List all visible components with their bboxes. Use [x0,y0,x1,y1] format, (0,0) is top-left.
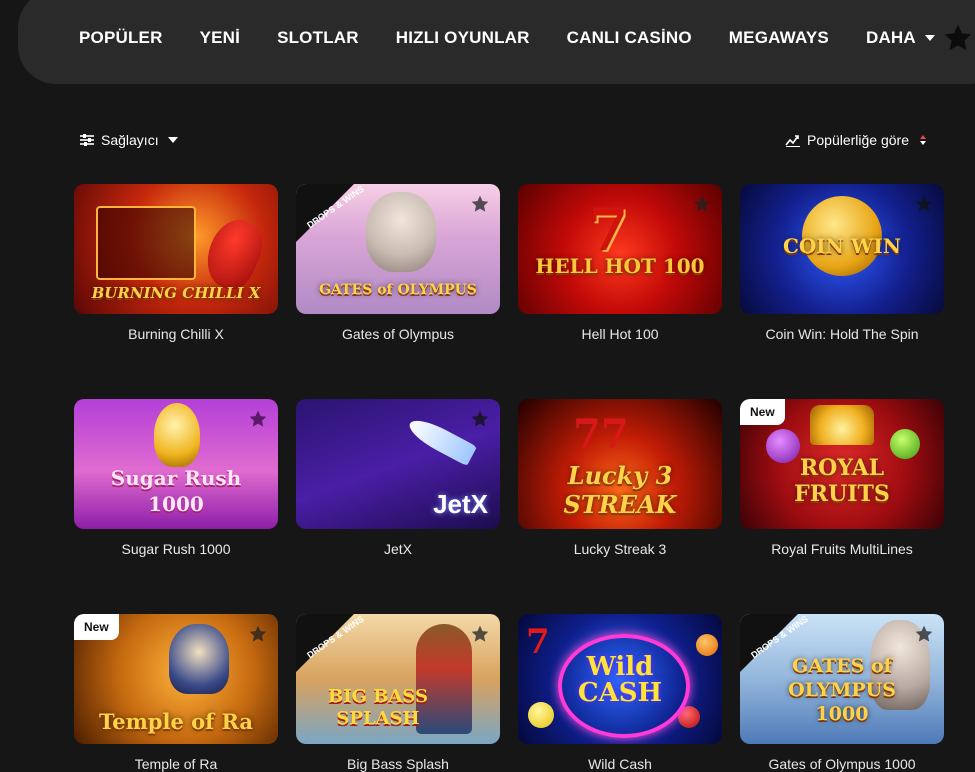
nav-item-daha-dropdown[interactable]: DAHA [866,28,935,48]
nav-item-label: MEGAWAYS [728,28,829,47]
game-logo-text: Sugar Rush 1000 [110,466,242,516]
game-thumbnail: 77 Lucky 3 STREAK [518,399,722,529]
game-card[interactable]: New Temple of Ra Temple of Ra [74,614,278,772]
game-title: Hell Hot 100 [581,326,659,342]
nav-item-populer[interactable]: POPÜLER [79,28,163,48]
favorite-star-icon[interactable] [248,409,268,429]
game-thumbnail: Sugar Rush 1000 [74,399,278,529]
game-card[interactable]: Sugar Rush 1000 Sugar Rush 1000 [74,399,278,557]
favorite-star-icon[interactable] [470,409,490,429]
nav-item-label: YENİ [199,28,241,47]
favorite-star-icon[interactable] [248,624,268,644]
sevens-graphic: 77 [573,411,629,458]
crown-graphic [810,405,874,445]
game-card[interactable]: DROPS & WINS GATES of OLYMPUS Gates of O… [296,184,500,342]
game-title: Big Bass Splash [347,756,449,772]
sort-arrows-icon [920,135,926,145]
game-logo-text: BURNING CHILLI X [91,284,261,302]
caret-down-icon [924,35,935,41]
provider-filter-button[interactable]: Sağlayıcı [80,132,178,148]
favorite-star-icon[interactable] [914,194,934,214]
game-title: Burning Chilli X [128,326,224,342]
game-card[interactable]: 77 Lucky 3 STREAK Lucky Streak 3 [518,399,722,557]
game-card[interactable]: BURNING CHILLI X Burning Chilli X [74,184,278,342]
nav-item-hizli-oyunlar[interactable]: HIZLI OYUNLAR [396,28,530,48]
game-logo-text: Wild CASH [577,652,663,708]
game-logo-text: ROYAL FRUITS [794,455,890,507]
top-navigation-bar: POPÜLER YENİ SLOTLAR HIZLI OYUNLAR CANLI… [18,0,975,84]
nav-item-yeni[interactable]: YENİ [200,28,240,48]
game-card[interactable]: JetX JetX [296,399,500,557]
game-logo-text: Lucky 3 STREAK [563,461,677,519]
game-title: Temple of Ra [134,756,218,772]
game-title: Wild Cash [588,756,652,772]
provider-filter-label: Sağlayıcı [101,132,159,148]
games-toolbar: Sağlayıcı Popülerliğe göre [0,128,975,156]
nav-item-label: HIZLI OYUNLAR [395,28,530,47]
game-card[interactable]: DROPS & WINS GATES of OLYMPUS 1000 Gates… [740,614,944,772]
game-card[interactable]: New ROYAL FRUITS Royal Fruits MultiLines [740,399,944,557]
new-badge: New [740,399,785,425]
game-logo-text: COIN WIN [782,234,902,258]
game-card[interactable]: COIN WIN Coin Win: Hold The Spin [740,184,944,342]
game-title: Lucky Streak 3 [573,541,667,557]
favorite-star-icon[interactable] [470,624,490,644]
nav-item-label: CANLI CASİNO [566,28,692,47]
game-logo-text: HELL HOT 100 [535,254,705,278]
sort-dropdown[interactable]: Popülerliğe göre [785,132,927,148]
game-title: Royal Fruits MultiLines [771,541,913,557]
games-grid: BURNING CHILLI X Burning Chilli X DROPS … [74,184,944,772]
game-title: Sugar Rush 1000 [121,541,231,557]
nav-item-label: POPÜLER [79,28,163,47]
game-card[interactable]: DROPS & WINS BIG BASS SPLASH Big Bass Sp… [296,614,500,772]
ra-head-graphic [169,624,229,694]
game-title: Gates of Olympus 1000 [768,756,916,772]
favorite-star-icon[interactable] [914,624,934,644]
reels-graphic [96,206,196,280]
game-thumbnail: 7 HELL HOT 100 [518,184,722,314]
game-title: JetX [383,541,412,557]
game-thumbnail: JetX [296,399,500,529]
game-title: Gates of Olympus [341,326,455,342]
candy-egg-graphic [154,403,200,467]
game-logo-text: GATES of OLYMPUS 1000 [788,655,896,725]
new-badge: New [74,614,119,640]
game-card[interactable]: 7 HELL HOT 100 Hell Hot 100 [518,184,722,342]
filter-sliders-icon [80,134,94,146]
game-logo-text: Temple of Ra [98,709,254,734]
favorite-star-icon[interactable] [470,194,490,214]
zeus-graphic [366,192,436,272]
nav-item-slotlar[interactable]: SLOTLAR [277,28,359,48]
orange-graphic [696,634,718,656]
nav-item-label: DAHA [865,28,916,47]
sort-label: Popülerliğe göre [807,132,909,148]
game-logo-text: BIG BASS SPLASH [327,686,429,729]
favorite-star-icon[interactable] [692,194,712,214]
game-title: Coin Win: Hold The Spin [765,326,919,342]
trending-chart-icon [785,135,801,147]
game-thumbnail: DROPS & WINS GATES of OLYMPUS [296,184,500,314]
nav-item-label: SLOTLAR [277,28,359,47]
game-thumbnail: New ROYAL FRUITS [740,399,944,529]
favorites-star-icon[interactable] [942,22,974,54]
game-thumbnail: BURNING CHILLI X [74,184,278,314]
nav-item-megaways[interactable]: MEGAWAYS [729,28,829,48]
nav-menu: POPÜLER YENİ SLOTLAR HIZLI OYUNLAR CANLI… [79,28,972,48]
nav-item-canli-casino[interactable]: CANLI CASİNO [567,28,692,48]
game-logo-text: GATES of OLYMPUS [319,282,477,298]
game-logo-text: JetX [433,489,488,519]
jet-graphic [404,413,478,467]
caret-down-icon [167,137,178,143]
game-thumbnail: COIN WIN [740,184,944,314]
game-card[interactable]: 7 Wild CASH Wild Cash [518,614,722,772]
